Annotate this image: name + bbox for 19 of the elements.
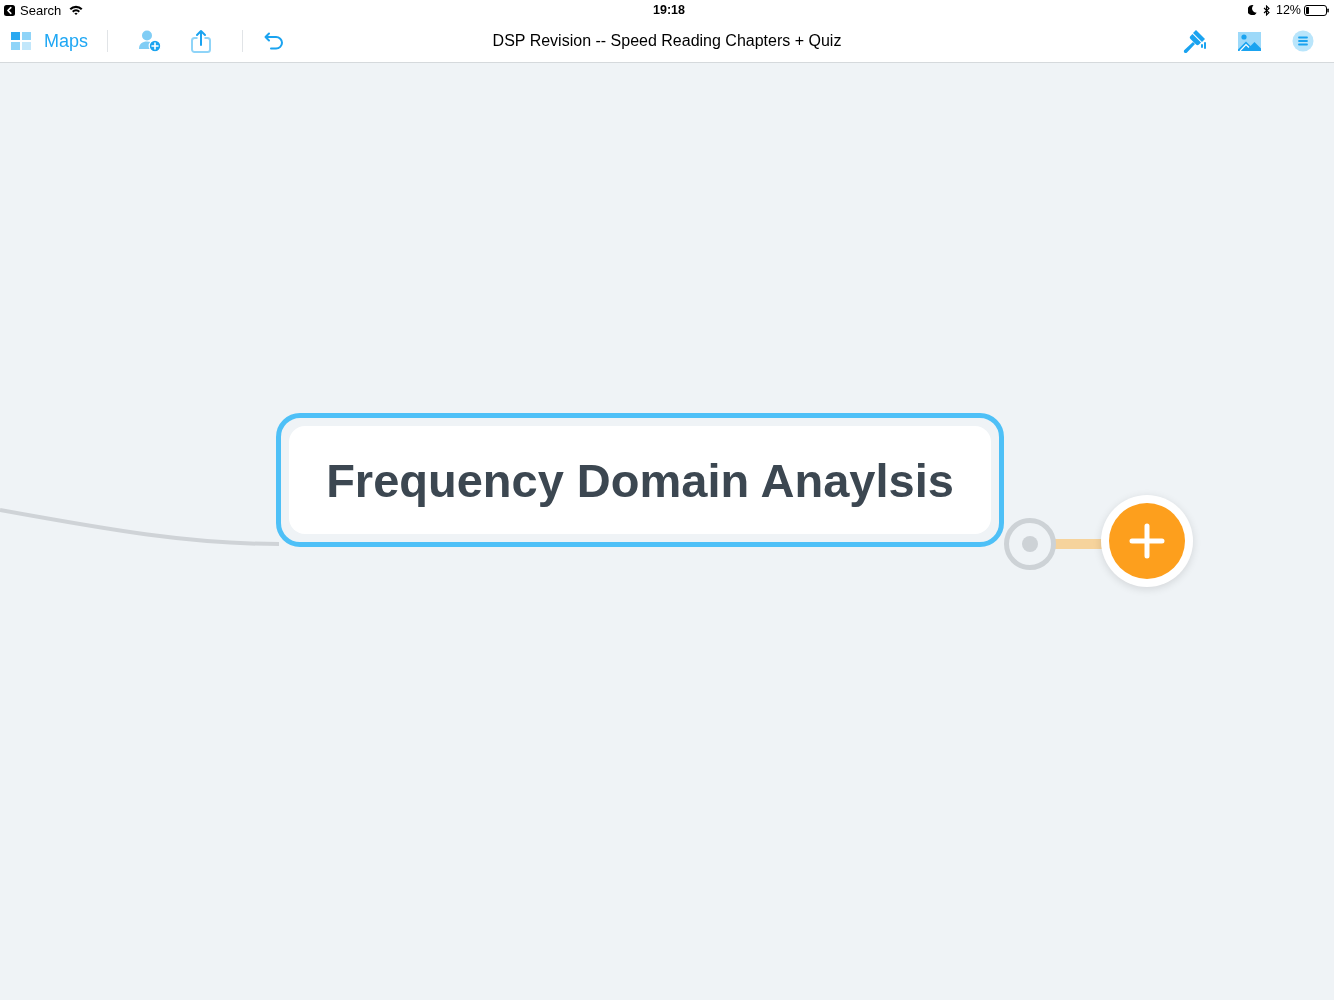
grid-icon (11, 32, 31, 50)
battery-percentage: 12% (1275, 1, 1301, 19)
list-icon[interactable] (1292, 30, 1314, 52)
add-topic-button[interactable] (1101, 495, 1193, 587)
moon-icon (1247, 5, 1257, 15)
back-icon (4, 4, 15, 16)
undo-icon[interactable] (264, 32, 284, 50)
bluetooth-icon (1262, 4, 1270, 16)
clock-time: 19:18 (653, 1, 685, 19)
back-link[interactable]: Search (4, 3, 62, 17)
wifi-icon (69, 5, 84, 15)
image-icon[interactable] (1238, 31, 1261, 51)
topic-node[interactable]: Frequency Domain Anaylsis (289, 426, 991, 534)
paintbrush-icon[interactable] (1183, 28, 1208, 54)
plus-icon (1109, 503, 1185, 579)
map-title: DSP Revision -- Speed Reading Chapters + Quiz (492, 31, 842, 51)
person-plus-icon[interactable] (138, 30, 162, 52)
battery-icon (1304, 4, 1329, 16)
share-icon[interactable] (191, 29, 211, 53)
